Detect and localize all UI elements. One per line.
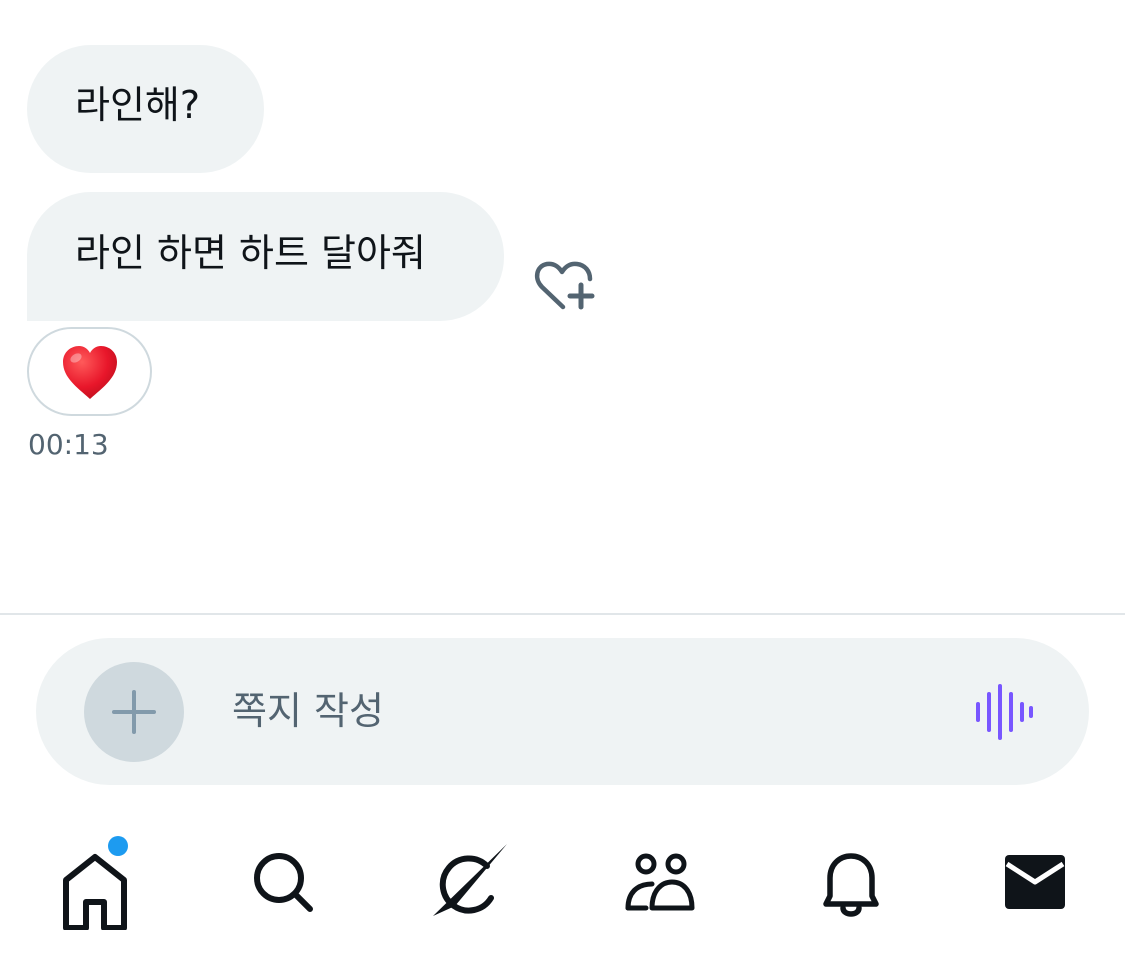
tab-home[interactable] <box>50 840 140 930</box>
bottom-tab-bar <box>0 820 1125 956</box>
tab-search[interactable] <box>238 840 328 930</box>
heart-plus-icon <box>534 261 595 310</box>
message-bubble[interactable]: 라인해? <box>27 45 264 173</box>
home-icon <box>63 854 127 930</box>
add-reaction-button[interactable] <box>530 257 600 317</box>
voice-message-button[interactable] <box>974 682 1034 742</box>
message-bubble[interactable]: 라인 하면 하트 달아줘 <box>27 192 504 321</box>
message-text: 라인해? <box>75 83 201 127</box>
grok-icon <box>433 844 507 916</box>
message-composer <box>36 638 1089 785</box>
tab-communities[interactable] <box>616 840 706 930</box>
messages-icon <box>1005 855 1065 909</box>
tab-notifications[interactable] <box>806 840 896 930</box>
dm-conversation-screen: 라인해? 라인 하면 하트 달아줘 00:13 <box>0 0 1125 956</box>
reaction-pill[interactable] <box>27 327 152 416</box>
message-timestamp: 00:13 <box>28 428 109 461</box>
plus-icon <box>112 690 156 734</box>
notifications-icon <box>823 853 879 917</box>
red-heart-icon <box>63 346 117 399</box>
voice-waveform-icon <box>976 684 1033 740</box>
tab-grok[interactable] <box>425 840 515 930</box>
message-text: 라인 하면 하트 달아줘 <box>75 231 426 275</box>
home-notification-dot <box>108 836 128 856</box>
search-icon <box>254 853 313 912</box>
composer-divider <box>0 613 1125 615</box>
add-media-button[interactable] <box>84 662 184 762</box>
communities-icon <box>625 853 695 911</box>
tab-messages[interactable] <box>992 840 1082 930</box>
message-input[interactable] <box>232 684 932 738</box>
